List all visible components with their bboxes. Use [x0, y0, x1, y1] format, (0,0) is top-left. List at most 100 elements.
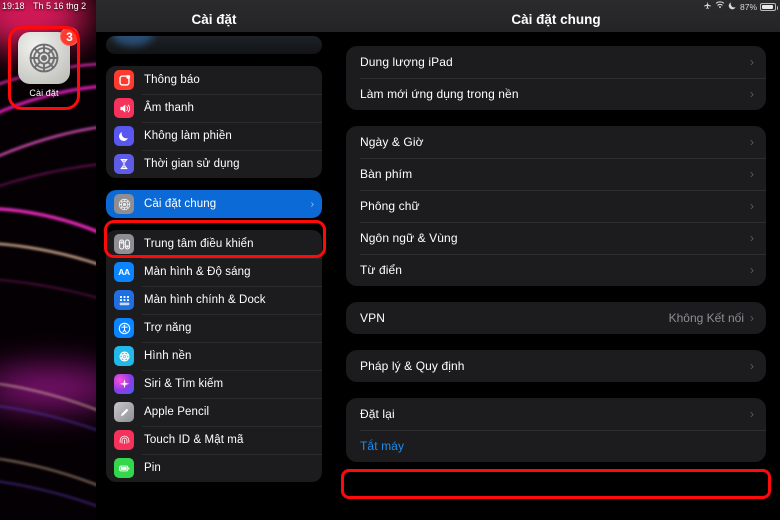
sidebar-item-h-nh-n-n[interactable]: Hình nền: [106, 342, 322, 370]
chevron-right-icon: ›: [750, 135, 754, 149]
sidebar-item-label: Trung tâm điều khiển: [144, 238, 254, 250]
chevron-right-icon: ›: [750, 87, 754, 101]
settings-row-t-t-m-y[interactable]: Tắt máy: [346, 430, 766, 462]
settings-row-label: VPN: [360, 311, 385, 325]
sidebar-item-th-ng-b-o[interactable]: Thông báo: [106, 66, 322, 94]
sidebar-header: Cài đặt: [96, 0, 332, 32]
detail-scroll-area[interactable]: Dung lượng iPad › Làm mới ứng dụng trong n…: [332, 32, 780, 520]
detail-groups: Dung lượng iPad › Làm mới ứng dụng trong n…: [346, 46, 766, 462]
sidebar-item-apple-pencil[interactable]: Apple Pencil: [106, 398, 322, 426]
sidebar-item-c-i-t-chung[interactable]: Cài đặt chung ›: [106, 190, 322, 218]
settings-row-label: Đặt lại: [360, 407, 395, 421]
screen-time-icon: [114, 154, 134, 174]
apple-pencil-icon: [114, 402, 134, 422]
settings-row-label: Làm mới ứng dụng trong nền: [360, 87, 519, 101]
accessibility-icon: [114, 318, 134, 338]
sidebar-item-m-n-h-nh-ch-nh-dock[interactable]: Màn hình chính & Dock: [106, 286, 322, 314]
settings-group: VPN Không Kết nối ›: [346, 302, 766, 334]
settings-row-t-l-i[interactable]: Đặt lại ›: [346, 398, 766, 430]
settings-row-b-n-ph-m[interactable]: Bàn phím ›: [346, 158, 766, 190]
settings-row-ph-p-l-quy-nh[interactable]: Pháp lý & Quy định ›: [346, 350, 766, 382]
chevron-right-icon: ›: [750, 263, 754, 277]
sidebar-item-th-i-gian-s-d-ng[interactable]: Thời gian sử dụng: [106, 150, 322, 178]
sidebar-scroll-area[interactable]: Thông báo Âm thanh Không làm phiền Thời gia…: [96, 36, 332, 520]
sidebar-item-label: Màn hình chính & Dock: [144, 294, 266, 306]
sidebar-item-touch-id-m-t-m[interactable]: Touch ID & Mật mã: [106, 426, 322, 454]
chevron-right-icon: ›: [310, 198, 314, 210]
settings-row-label: Từ điển: [360, 263, 403, 277]
home-screen-dock-icon: [114, 290, 134, 310]
sidebar-item-label: Thời gian sử dụng: [144, 158, 240, 170]
chevron-right-icon: ›: [750, 407, 754, 421]
sidebar-item-label: Apple Pencil: [144, 406, 210, 418]
detail-header: Cài đặt chung: [332, 0, 780, 32]
sidebar-item-label: Không làm phiền: [144, 130, 232, 142]
siri-icon: [114, 374, 134, 394]
settings-row-vpn[interactable]: VPN Không Kết nối ›: [346, 302, 766, 334]
settings-group: Dung lượng iPad › Làm mới ứng dụng trong n…: [346, 46, 766, 110]
settings-row-dung-l-ng-ipad[interactable]: Dung lượng iPad ›: [346, 46, 766, 78]
sidebar-item-label: Touch ID & Mật mã: [144, 434, 244, 446]
settings-row-label: Ngôn ngữ & Vùng: [360, 231, 458, 245]
notifications-icon: [114, 70, 134, 90]
sidebar-item-label: Pin: [144, 462, 161, 474]
chevron-right-icon: ›: [750, 167, 754, 181]
control-center-icon: [114, 234, 134, 254]
gear-glyph: [29, 43, 59, 73]
sidebar-item-label: Màn hình & Độ sáng: [144, 266, 251, 278]
settings-row-label: Tắt máy: [360, 439, 405, 453]
sidebar-group: Trung tâm điều khiển AA Màn hình & Độ sáng…: [106, 230, 322, 482]
chevron-right-icon: ›: [750, 55, 754, 69]
settings-row-label: Pháp lý & Quy định: [360, 359, 465, 373]
page-title: Cài đặt chung: [511, 12, 601, 27]
settings-group: Đặt lại › Tắt máy: [346, 398, 766, 462]
sidebar-group: Thông báo Âm thanh Không làm phiền Thời gia…: [106, 66, 322, 178]
do-not-disturb-icon: [114, 126, 134, 146]
settings-group: Pháp lý & Quy định ›: [346, 350, 766, 382]
sidebar-item-trung-t-m-i-u-khi-n[interactable]: Trung tâm điều khiển: [106, 230, 322, 258]
sidebar-item-m-thanh[interactable]: Âm thanh: [106, 94, 322, 122]
settings-row-label: Dung lượng iPad: [360, 55, 453, 69]
wallpaper-icon: [114, 346, 134, 366]
settings-app-window: Cài đặt Thông báo Âm thanh Không làm phiền…: [96, 0, 780, 520]
settings-row-value: Không Kết nối: [668, 311, 744, 325]
sidebar-item-label: Cài đặt chung: [144, 198, 217, 210]
apple-id-card-partial[interactable]: [106, 36, 322, 54]
sidebar-item-label: Thông báo: [144, 74, 200, 86]
general-settings-pane: Cài đặt chung Dung lượng iPad › Làm mới ứn…: [332, 0, 780, 520]
sidebar-item-siri-t-m-ki-m[interactable]: Siri & Tìm kiếm: [106, 370, 322, 398]
display-brightness-icon: AA: [114, 262, 134, 282]
top-spacer: [346, 32, 766, 46]
sidebar-item-label: Trợ năng: [144, 322, 192, 334]
sidebar-item-label: Siri & Tìm kiếm: [144, 378, 224, 390]
sounds-icon: [114, 98, 134, 118]
sidebar-group: Cài đặt chung ›: [106, 190, 322, 218]
sidebar-item-pin[interactable]: Pin: [106, 454, 322, 482]
touch-id-icon: [114, 430, 134, 450]
chevron-right-icon: ›: [750, 311, 754, 325]
settings-row-ng-n-ng-v-ng[interactable]: Ngôn ngữ & Vùng ›: [346, 222, 766, 254]
settings-row-ph-ng-ch[interactable]: Phông chữ ›: [346, 190, 766, 222]
home-screen-app[interactable]: 3 Cài đặt: [14, 27, 79, 106]
settings-row-ng-y-gi[interactable]: Ngày & Giờ ›: [346, 126, 766, 158]
settings-row-label: Ngày & Giờ: [360, 135, 424, 149]
sidebar-item-label: Hình nền: [144, 350, 192, 362]
app-badge-count: 3: [60, 27, 79, 46]
settings-row-label: Phông chữ: [360, 199, 420, 213]
sidebar-item-label: Âm thanh: [144, 102, 195, 114]
battery-green-icon: [114, 458, 134, 478]
settings-row-l-m-m-i-ng-d-ng-trong-n-n[interactable]: Làm mới ứng dụng trong nền ›: [346, 78, 766, 110]
settings-row-label: Bàn phím: [360, 167, 413, 181]
sidebar-item-tr-n-ng[interactable]: Trợ năng: [106, 314, 322, 342]
sidebar-item-m-n-h-nh-s-ng[interactable]: AA Màn hình & Độ sáng: [106, 258, 322, 286]
settings-row-t-i-n[interactable]: Từ điển ›: [346, 254, 766, 286]
sidebar-groups: Thông báo Âm thanh Không làm phiền Thời gia…: [106, 66, 322, 482]
app-icon-label: Cài đặt: [29, 88, 59, 98]
sidebar-item-kh-ng-l-m-phi-n[interactable]: Không làm phiền: [106, 122, 322, 150]
chevron-right-icon: ›: [750, 199, 754, 213]
chevron-right-icon: ›: [750, 231, 754, 245]
